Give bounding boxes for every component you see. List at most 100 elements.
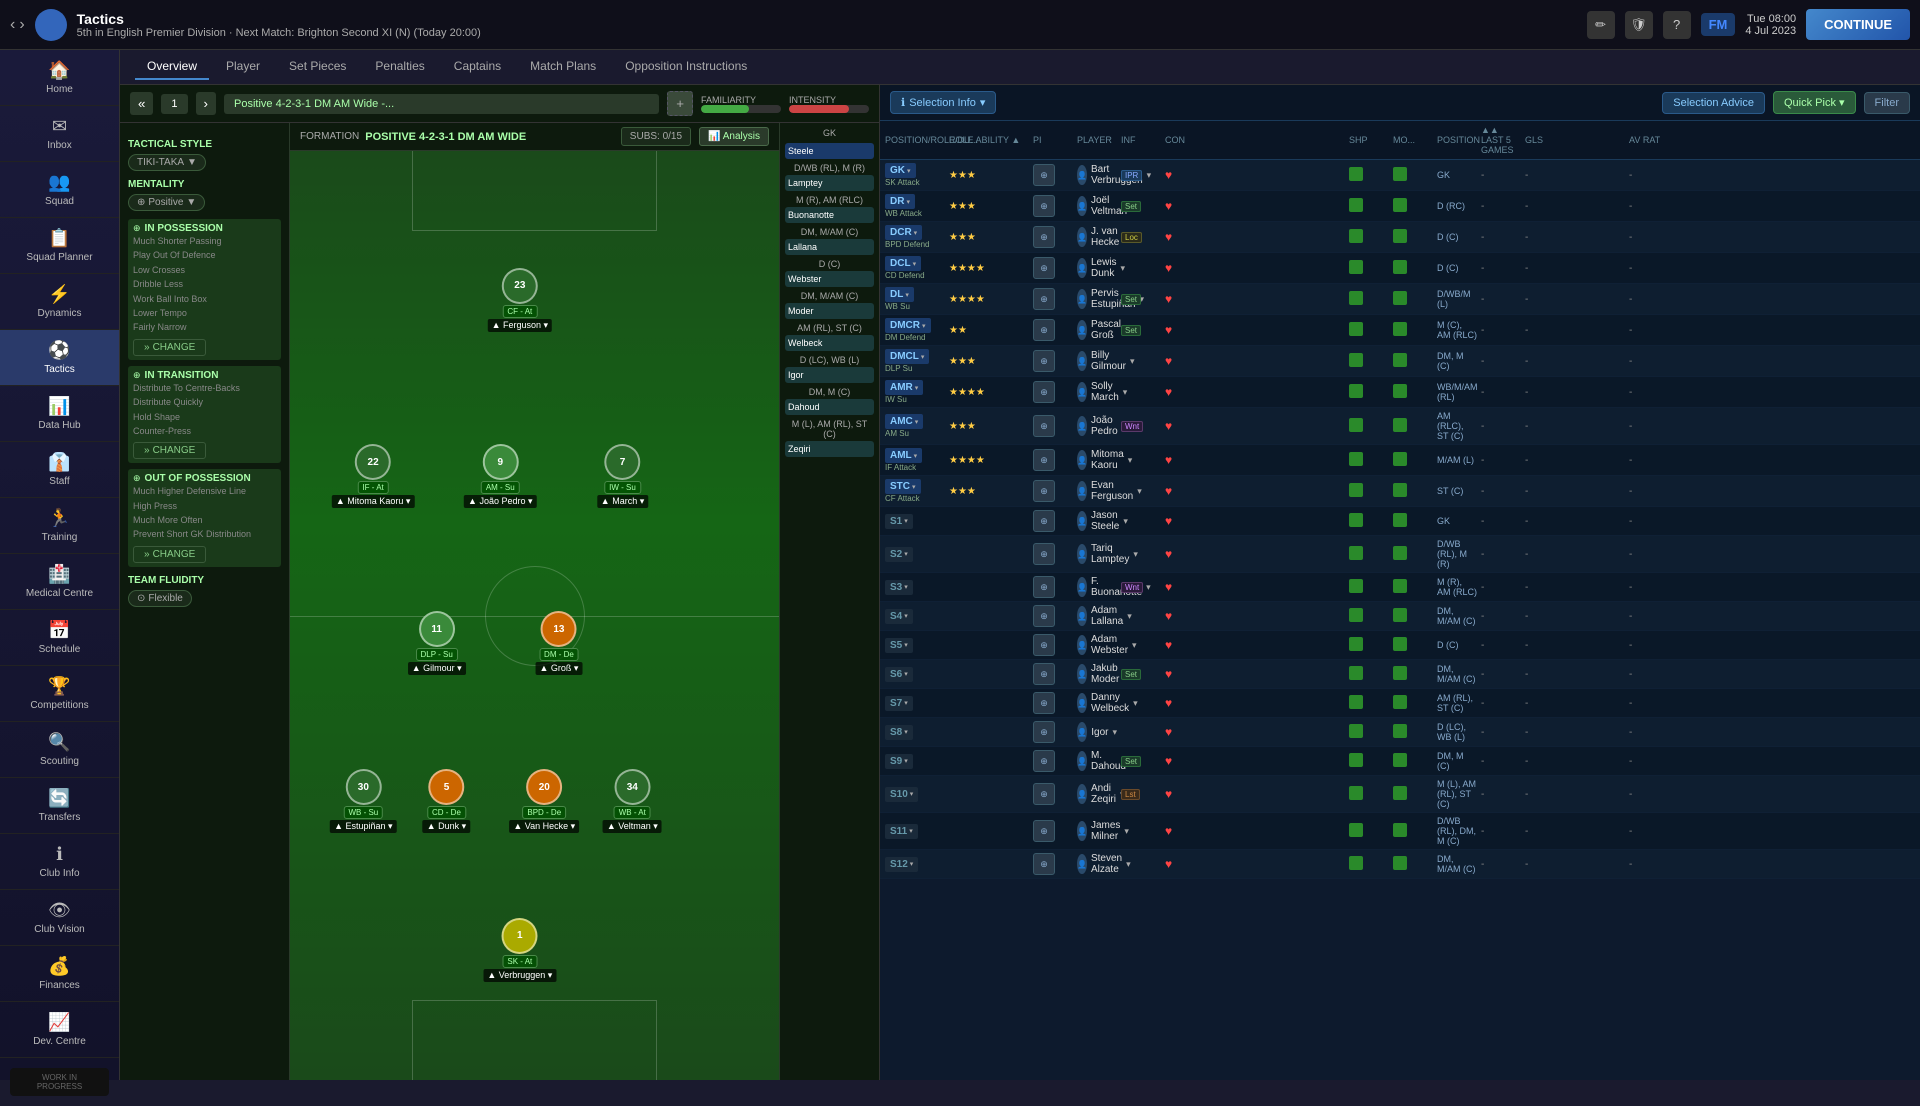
selection-advice-button[interactable]: Selection Advice xyxy=(1662,92,1765,114)
table-row[interactable]: S7 ▾ ⊕ 👤 Danny Welbeck ▾ ♥ AM (RL), ST (… xyxy=(880,689,1920,718)
sub-moder[interactable]: Moder xyxy=(785,303,874,319)
sidebar-item-data-hub[interactable]: 📊Data Hub xyxy=(0,386,119,442)
tactic-add-button[interactable]: + xyxy=(667,91,693,116)
player-node-gross[interactable]: 13 DM - De ▲ Groß ▾ xyxy=(535,611,582,675)
pi-icon[interactable]: ⊕ xyxy=(1033,164,1055,186)
tactic-next[interactable]: › xyxy=(196,92,216,115)
sidebar-item-squad[interactable]: 👥Squad xyxy=(0,162,119,218)
table-row[interactable]: AMR ▾ IW Su ★★★★ ⊕ 👤 Solly March ▾ ♥ WB/… xyxy=(880,377,1920,408)
player-chevron[interactable]: ▾ xyxy=(1123,387,1128,398)
sidebar-item-competitions[interactable]: 🏆Competitions xyxy=(0,666,119,722)
change-transition-button[interactable]: »CHANGE xyxy=(133,442,206,459)
player-chevron[interactable]: ▾ xyxy=(1124,826,1129,837)
fluidity-value[interactable]: ⊙Flexible xyxy=(128,590,192,607)
table-row[interactable]: S12 ▾ ⊕ 👤 Steven Alzate ▾ ♥ DM, M/AM (C)… xyxy=(880,850,1920,879)
tab-captains[interactable]: Captains xyxy=(442,54,513,80)
pi-icon[interactable]: ⊕ xyxy=(1033,319,1055,341)
player-chevron[interactable]: ▾ xyxy=(1126,859,1131,870)
table-row[interactable]: DMCR ▾ DM Defend ★★ ⊕ 👤 Pascal Groß ▾ Se… xyxy=(880,315,1920,346)
sidebar-item-staff[interactable]: 👔Staff xyxy=(0,442,119,498)
tab-match-plans[interactable]: Match Plans xyxy=(518,54,608,80)
selection-info-button[interactable]: ℹ Selection Info ▾ xyxy=(890,91,996,114)
tab-overview[interactable]: Overview xyxy=(135,54,209,80)
sidebar-item-scouting[interactable]: 🔍Scouting xyxy=(0,722,119,778)
player-node-joaopedro[interactable]: 9 AM - Su ▲ João Pedro ▾ xyxy=(464,444,536,508)
player-node-veltman[interactable]: 34 WB - At ▲ Veltman ▾ xyxy=(603,769,662,833)
player-node-kaoru[interactable]: 22 IF - At ▲ Mitoma Kaoru ▾ xyxy=(332,444,414,508)
sidebar-item-finances[interactable]: 💰Finances xyxy=(0,946,119,1002)
sidebar-item-schedule[interactable]: 📅Schedule xyxy=(0,610,119,666)
pi-icon[interactable]: ⊕ xyxy=(1033,510,1055,532)
player-node-verbruggen[interactable]: 1 SK - At ▲ Verbruggen ▾ xyxy=(483,918,556,982)
sidebar-item-home[interactable]: 🏠Home xyxy=(0,50,119,106)
pi-icon[interactable]: ⊕ xyxy=(1033,226,1055,248)
tab-player[interactable]: Player xyxy=(214,54,272,80)
player-chevron[interactable]: ▾ xyxy=(1137,486,1142,497)
sub-dahoud[interactable]: Dahoud xyxy=(785,399,874,415)
pi-icon[interactable]: ⊕ xyxy=(1033,381,1055,403)
tactical-style-value[interactable]: TIKI-TAKA ▼ xyxy=(128,154,206,171)
player-chevron[interactable]: ▾ xyxy=(1132,640,1137,651)
pi-icon[interactable]: ⊕ xyxy=(1033,543,1055,565)
table-row[interactable]: AML ▾ IF Attack ★★★★ ⊕ 👤 Mitoma Kaoru ▾ … xyxy=(880,445,1920,476)
pi-icon[interactable]: ⊕ xyxy=(1033,480,1055,502)
mentality-value[interactable]: ⊕Positive ▼ xyxy=(128,194,205,211)
sidebar-item-squad-planner[interactable]: 📋Squad Planner xyxy=(0,218,119,274)
tactic-prev[interactable]: « xyxy=(130,92,153,115)
sidebar-item-club-info[interactable]: ℹClub Info xyxy=(0,834,119,890)
player-node-march[interactable]: 7 IW - Su ▲ March ▾ xyxy=(597,444,648,508)
player-chevron[interactable]: ▾ xyxy=(1133,698,1138,709)
sidebar-item-medical[interactable]: 🏥Medical Centre xyxy=(0,554,119,610)
pi-icon[interactable]: ⊕ xyxy=(1033,634,1055,656)
player-node-ferguson[interactable]: 23 CF - At ▲ Ferguson ▾ xyxy=(488,268,552,332)
edit-icon[interactable]: ✏ xyxy=(1587,11,1615,39)
table-row[interactable]: S1 ▾ ⊕ 👤 Jason Steele ▾ ♥ GK - - - xyxy=(880,507,1920,536)
change-out-possession-button[interactable]: »CHANGE xyxy=(133,546,206,563)
player-chevron[interactable]: ▾ xyxy=(1121,263,1126,274)
pi-icon[interactable]: ⊕ xyxy=(1033,853,1055,875)
filter-button[interactable]: Filter xyxy=(1864,92,1910,114)
tab-opposition[interactable]: Opposition Instructions xyxy=(613,54,759,80)
sidebar-item-club-vision[interactable]: 👁Club Vision xyxy=(0,890,119,946)
table-row[interactable]: STC ▾ CF Attack ★★★ ⊕ 👤 Evan Ferguson ▾ … xyxy=(880,476,1920,507)
player-node-vanhecke[interactable]: 20 BPD - De ▲ Van Hecke ▾ xyxy=(509,769,579,833)
pi-icon[interactable]: ⊕ xyxy=(1033,783,1055,805)
sub-lamptey[interactable]: Lamptey xyxy=(785,175,874,191)
player-node-dunk[interactable]: 5 CD - De ▲ Dunk ▾ xyxy=(423,769,470,833)
nav-forward[interactable]: › xyxy=(19,16,24,34)
sub-webster[interactable]: Webster xyxy=(785,271,874,287)
tab-penalties[interactable]: Penalties xyxy=(363,54,436,80)
pi-icon[interactable]: ⊕ xyxy=(1033,415,1055,437)
pi-icon[interactable]: ⊕ xyxy=(1033,350,1055,372)
table-row[interactable]: S10 ▾ ⊕ 👤 Andi Zeqiri ▾ Lst ♥ M (L), AM … xyxy=(880,776,1920,813)
player-chevron[interactable]: ▾ xyxy=(1123,516,1128,527)
shield-icon[interactable]: 🛡 xyxy=(1625,11,1653,39)
table-row[interactable]: S5 ▾ ⊕ 👤 Adam Webster ▾ ♥ D (C) - - - xyxy=(880,631,1920,660)
nav-back[interactable]: ‹ xyxy=(10,16,15,34)
pi-icon[interactable]: ⊕ xyxy=(1033,721,1055,743)
pi-icon[interactable]: ⊕ xyxy=(1033,576,1055,598)
pi-icon[interactable]: ⊕ xyxy=(1033,195,1055,217)
player-chevron[interactable]: ▾ xyxy=(1127,611,1132,622)
table-row[interactable]: DCR ▾ BPD Defend ★★★ ⊕ 👤 J. van Hecke ▾ … xyxy=(880,222,1920,253)
table-row[interactable]: S2 ▾ ⊕ 👤 Tariq Lamptey ▾ ♥ D/WB (RL), M … xyxy=(880,536,1920,573)
sidebar-item-training[interactable]: 🏃Training xyxy=(0,498,119,554)
table-row[interactable]: DCL ▾ CD Defend ★★★★ ⊕ 👤 Lewis Dunk ▾ ♥ … xyxy=(880,253,1920,284)
player-chevron[interactable]: ▾ xyxy=(1128,455,1133,466)
table-row[interactable]: S3 ▾ ⊕ 👤 F. Buonanotte ▾ Wnt ♥ M (R), AM… xyxy=(880,573,1920,602)
table-row[interactable]: S8 ▾ ⊕ 👤 Igor ▾ ♥ D (LC), WB (L) - - - xyxy=(880,718,1920,747)
pi-icon[interactable]: ⊕ xyxy=(1033,750,1055,772)
table-row[interactable]: GK ▾ SK Attack ★★★ ⊕ 👤 Bart Verbruggen ▾… xyxy=(880,160,1920,191)
table-row[interactable]: S6 ▾ ⊕ 👤 Jakub Moder ▾ Set ♥ DM, M/AM (C… xyxy=(880,660,1920,689)
pi-icon[interactable]: ⊕ xyxy=(1033,257,1055,279)
player-chevron[interactable]: ▾ xyxy=(1133,549,1138,560)
sub-buonanotte[interactable]: Buonanotte xyxy=(785,207,874,223)
sub-welbeck[interactable]: Welbeck xyxy=(785,335,874,351)
sidebar-item-dynamics[interactable]: ⚡Dynamics xyxy=(0,274,119,330)
sub-igor[interactable]: Igor xyxy=(785,367,874,383)
sub-zeqiri[interactable]: Zeqiri xyxy=(785,441,874,457)
continue-button[interactable]: CONTINUE xyxy=(1806,9,1910,40)
player-node-gilmour[interactable]: 11 DLP - Su ▲ Gilmour ▾ xyxy=(408,611,466,675)
player-node-estupinan[interactable]: 30 WB - Su ▲ Estupiñan ▾ xyxy=(330,769,396,833)
quick-pick-button[interactable]: Quick Pick ▾ xyxy=(1773,91,1856,114)
